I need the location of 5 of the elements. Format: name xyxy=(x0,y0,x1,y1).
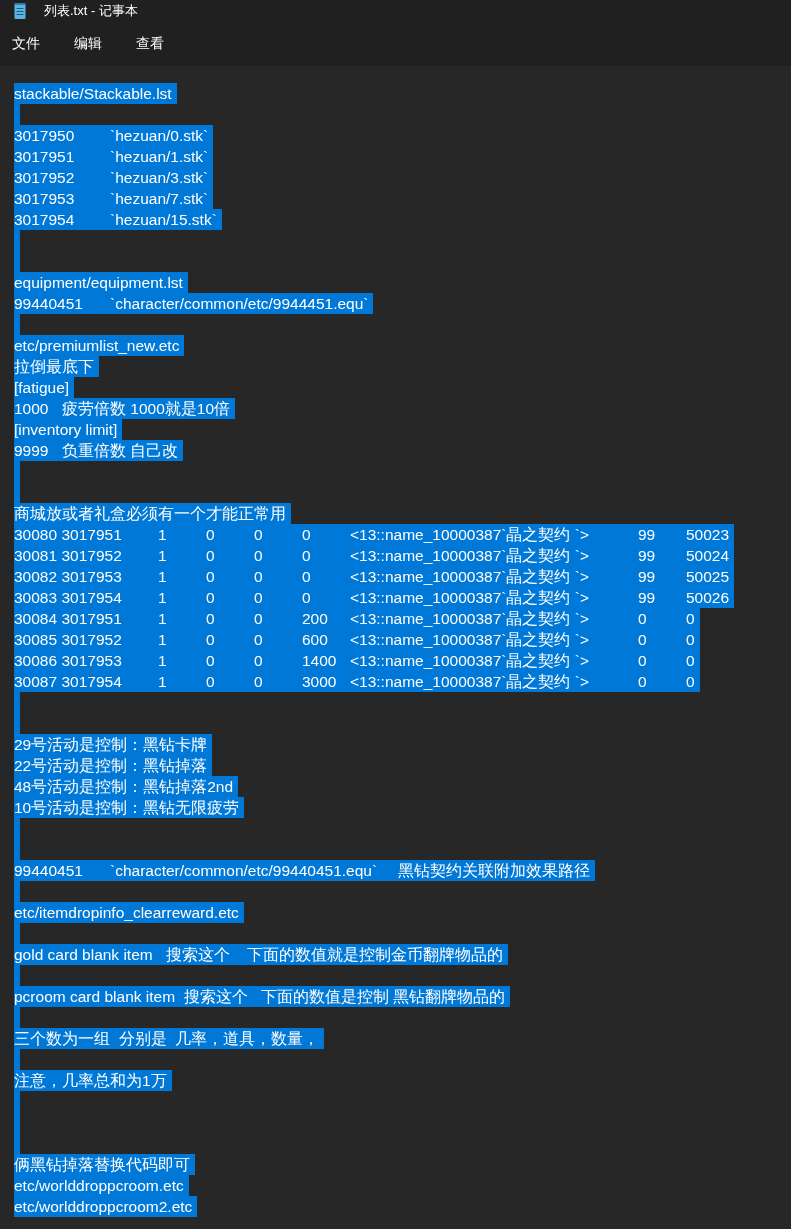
menu-item[interactable]: 文件 xyxy=(12,33,40,55)
menu-item[interactable]: 查看 xyxy=(136,33,164,55)
window-title: 列表.txt - 记事本 xyxy=(44,2,138,21)
notepad-icon xyxy=(14,3,26,19)
menu-item[interactable]: 编辑 xyxy=(74,33,102,55)
